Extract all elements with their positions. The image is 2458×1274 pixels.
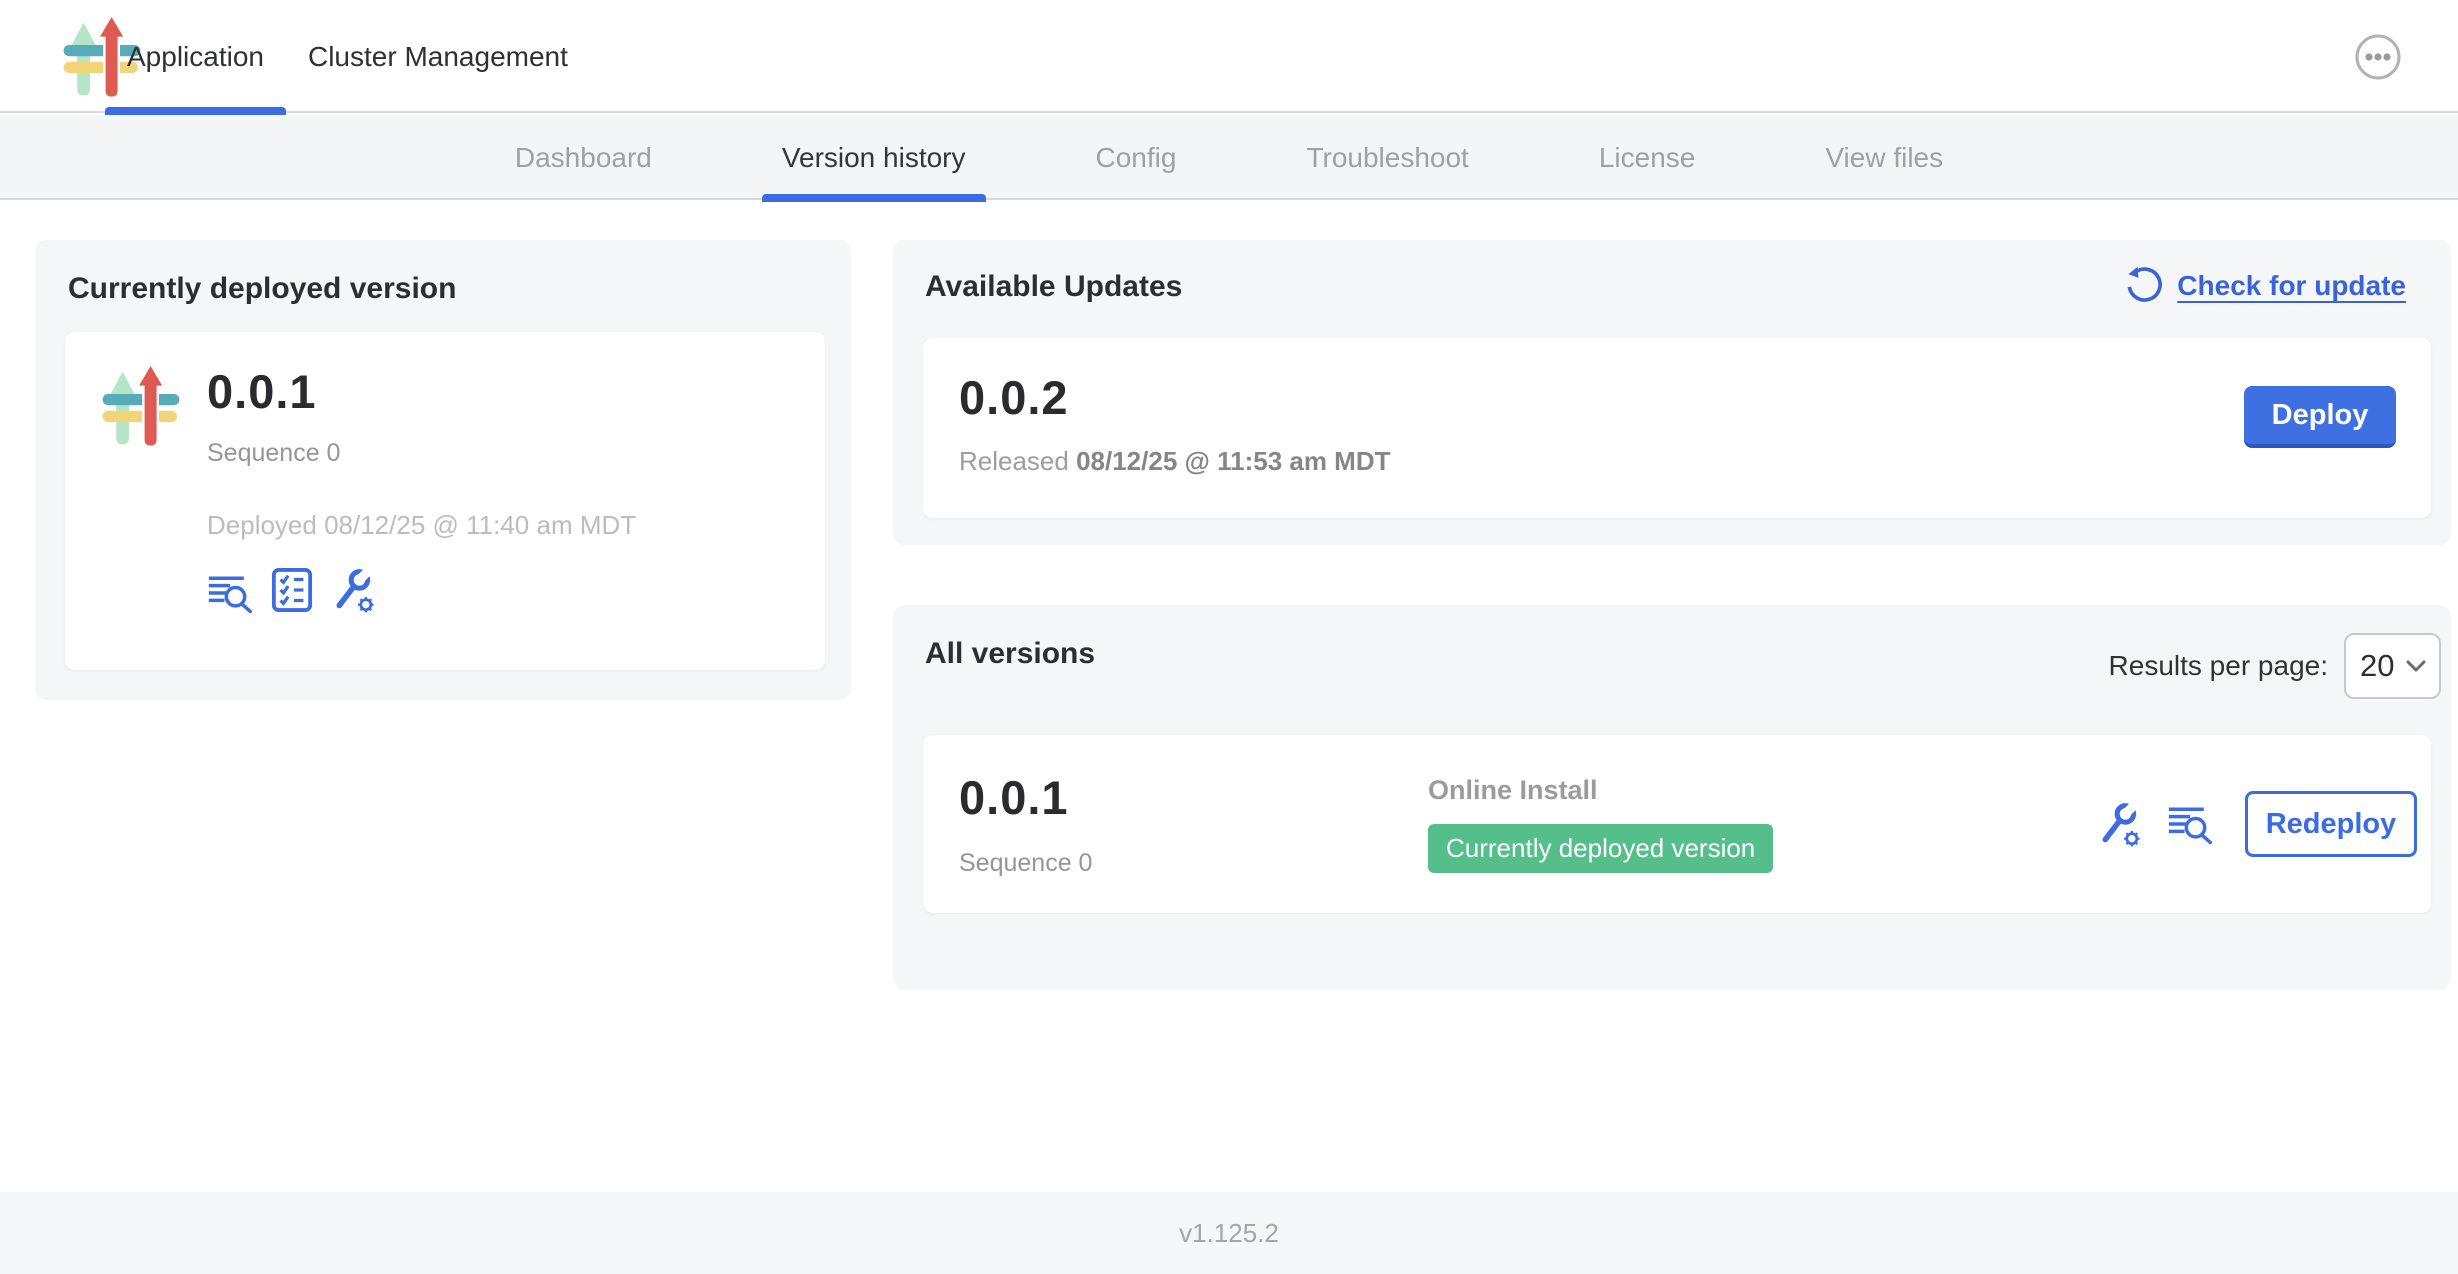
ellipsis-circle-icon bbox=[2354, 33, 2402, 81]
all-versions-title: All versions bbox=[925, 637, 1095, 671]
all-versions-card: All versions Results per page: 20 0.0.1 … bbox=[893, 605, 2451, 990]
subtab-troubleshoot-label: Troubleshoot bbox=[1306, 142, 1468, 174]
document-search-icon bbox=[207, 573, 253, 613]
tab-application[interactable]: Application bbox=[105, 0, 286, 113]
results-per-page-label: Results per page: bbox=[2109, 650, 2328, 682]
deployed-version-panel: 0.0.1 Sequence 0 Deployed 08/12/25 @ 11:… bbox=[65, 332, 825, 670]
preflight-checks-button[interactable] bbox=[271, 567, 313, 613]
subtab-view-files[interactable]: View files bbox=[1805, 115, 1963, 200]
currently-deployed-card: Currently deployed version 0.0.1 Sequenc… bbox=[35, 240, 851, 700]
wrench-gear-icon bbox=[331, 567, 375, 613]
subtab-version-history[interactable]: Version history bbox=[762, 115, 986, 200]
active-tab-underline bbox=[105, 107, 286, 115]
overflow-menu-button[interactable] bbox=[2354, 33, 2402, 81]
subtab-version-history-label: Version history bbox=[782, 142, 966, 174]
subtab-dashboard-label: Dashboard bbox=[515, 142, 652, 174]
subtab-config[interactable]: Config bbox=[1076, 115, 1197, 200]
currently-deployed-badge: Currently deployed version bbox=[1428, 824, 1773, 873]
chevron-down-icon bbox=[2405, 659, 2427, 673]
app-sub-nav: Dashboard Version history Config Trouble… bbox=[0, 115, 2458, 200]
app-logo-icon bbox=[101, 358, 181, 454]
view-deploy-logs-button[interactable] bbox=[207, 573, 253, 613]
released-date: 08/12/25 @ 11:53 am MDT bbox=[1076, 446, 1390, 476]
available-updates-card: Available Updates Check for update 0.0.2… bbox=[893, 240, 2451, 545]
tab-cluster-management-label: Cluster Management bbox=[308, 41, 568, 73]
released-prefix: Released bbox=[959, 446, 1076, 476]
checklist-icon bbox=[271, 567, 313, 613]
deploy-button[interactable]: Deploy bbox=[2244, 386, 2396, 448]
edit-config-button[interactable] bbox=[2097, 801, 2141, 847]
tab-application-label: Application bbox=[127, 41, 264, 73]
refresh-arrow-icon bbox=[2123, 266, 2163, 306]
document-search-icon bbox=[2167, 804, 2213, 844]
subtab-view-files-label: View files bbox=[1825, 142, 1943, 174]
subtab-config-label: Config bbox=[1096, 142, 1177, 174]
active-subtab-underline bbox=[762, 194, 986, 202]
check-for-update-link[interactable]: Check for update bbox=[2123, 266, 2406, 306]
available-updates-title: Available Updates bbox=[925, 270, 1182, 304]
update-released-timestamp: Released 08/12/25 @ 11:53 am MDT bbox=[959, 446, 1391, 477]
console-version: v1.125.2 bbox=[1179, 1218, 1279, 1249]
currently-deployed-title: Currently deployed version bbox=[68, 272, 456, 306]
footer: v1.125.2 bbox=[0, 1192, 2458, 1274]
deployed-timestamp: Deployed 08/12/25 @ 11:40 am MDT bbox=[207, 510, 636, 541]
subtab-license[interactable]: License bbox=[1579, 115, 1716, 200]
tab-cluster-management[interactable]: Cluster Management bbox=[286, 0, 590, 113]
update-version-number: 0.0.2 bbox=[959, 370, 1069, 425]
results-per-page-value: 20 bbox=[2360, 648, 2394, 684]
deployed-version-number: 0.0.1 bbox=[207, 364, 636, 419]
edit-config-button[interactable] bbox=[331, 567, 375, 613]
subtab-license-label: License bbox=[1599, 142, 1696, 174]
wrench-gear-icon bbox=[2097, 801, 2141, 847]
row-sequence: Sequence 0 bbox=[959, 849, 1428, 878]
update-row: 0.0.2 Released 08/12/25 @ 11:53 am MDT D… bbox=[923, 338, 2431, 518]
row-version-number: 0.0.1 bbox=[959, 770, 1428, 825]
redeploy-button[interactable]: Redeploy bbox=[2245, 791, 2417, 857]
subtab-troubleshoot[interactable]: Troubleshoot bbox=[1286, 115, 1488, 200]
install-type-label: Online Install bbox=[1428, 775, 2097, 806]
view-deploy-logs-button[interactable] bbox=[2167, 804, 2213, 844]
check-for-update-label: Check for update bbox=[2177, 270, 2406, 302]
version-row: 0.0.1 Sequence 0 Online Install Currentl… bbox=[923, 735, 2431, 913]
top-nav: Application Cluster Management bbox=[0, 0, 2458, 113]
top-tabs: Application Cluster Management bbox=[105, 0, 590, 113]
results-per-page: Results per page: 20 bbox=[2109, 633, 2441, 699]
results-per-page-select[interactable]: 20 bbox=[2344, 633, 2441, 699]
subtab-dashboard[interactable]: Dashboard bbox=[495, 115, 672, 200]
deployed-sequence: Sequence 0 bbox=[207, 439, 636, 468]
